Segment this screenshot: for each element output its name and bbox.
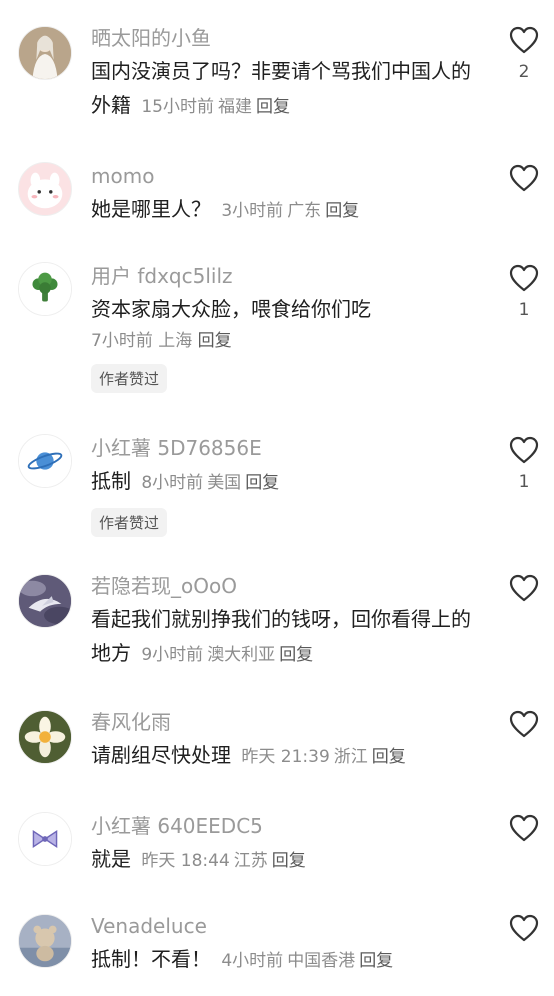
comment-location: 中国香港	[287, 951, 356, 971]
comment-text[interactable]: 抵制！不看！ 4小时前 中国香港 回复	[91, 942, 471, 978]
comment-location: 江苏	[233, 851, 268, 871]
comment-username[interactable]: 小红薯 640EEDC5	[91, 812, 471, 840]
comment-body[interactable]: 资本家扇大众脸，喂食给你们吃	[91, 292, 471, 326]
reply-button[interactable]: 回复	[279, 645, 313, 665]
heart-icon[interactable]	[509, 574, 539, 602]
comment-meta: 9小时前 澳大利亚 回复	[137, 645, 313, 665]
comment-location: 浙江	[333, 747, 368, 767]
comment-content: 春风化雨 请剧组尽快处理 昨天 21:39 浙江 回复	[91, 708, 471, 774]
broccoli-avatar-icon[interactable]	[18, 262, 72, 316]
reply-button[interactable]: 回复	[372, 747, 406, 767]
heart-icon[interactable]	[509, 264, 539, 292]
like-control	[504, 164, 544, 200]
comment-location: 上海	[158, 331, 193, 351]
bow-avatar-icon[interactable]	[18, 812, 72, 866]
comment-location: 美国	[207, 473, 242, 493]
pink-bunny-avatar-icon[interactable]	[18, 162, 72, 216]
comment-username[interactable]: 晒太阳的小鱼	[91, 24, 471, 52]
comment-meta: 3小时前 广东 回复	[217, 201, 359, 221]
like-control	[504, 814, 544, 850]
comment-body: 就是	[91, 847, 131, 871]
comment-meta: 昨天 21:39 浙江 回复	[237, 747, 405, 767]
heart-icon[interactable]	[509, 436, 539, 464]
comment-username[interactable]: 小红薯 5D76856E	[91, 434, 471, 462]
reply-button[interactable]: 回复	[359, 951, 393, 971]
comment-text[interactable]: 请剧组尽快处理 昨天 21:39 浙江 回复	[91, 738, 471, 774]
like-control: 1	[504, 436, 544, 492]
like-control	[504, 710, 544, 746]
comment-content: Venadeluce 抵制！不看！ 4小时前 中国香港 回复	[91, 912, 471, 978]
comment-text[interactable]: 国内没演员了吗？非要请个骂我们中国人的外籍 15小时前 福建 回复	[91, 54, 471, 124]
reply-button[interactable]: 回复	[325, 201, 359, 221]
daffodil-avatar-icon[interactable]	[18, 710, 72, 764]
comment-text[interactable]: 抵制 8小时前 美国 回复	[91, 464, 471, 500]
comment-meta: 4小时前 中国香港 回复	[217, 951, 393, 971]
comment-username[interactable]: 春风化雨	[91, 708, 471, 736]
comment-time: 7小时前	[91, 331, 153, 351]
comment-time: 15小时前	[141, 97, 214, 117]
comment-meta: 15小时前 福建 回复	[137, 97, 290, 117]
heart-icon[interactable]	[509, 814, 539, 842]
like-count: 1	[518, 472, 530, 492]
bird-in-clouds-avatar-icon[interactable]	[18, 574, 72, 628]
person-in-white-avatar-icon[interactable]	[18, 26, 72, 80]
comment-time: 8小时前	[141, 473, 204, 493]
plush-toy-avatar-icon[interactable]	[18, 914, 72, 968]
comment-content: momo 她是哪里人？ 3小时前 广东 回复	[91, 162, 471, 228]
like-control: 2	[504, 26, 544, 82]
reply-button[interactable]: 回复	[256, 97, 290, 117]
like-control	[504, 574, 544, 610]
comment-time: 4小时前	[221, 951, 284, 971]
comment-content: 用户 fdxqc5lilz 资本家扇大众脸，喂食给你们吃 7小时前 上海 回复 …	[91, 262, 471, 393]
comment-body: 请剧组尽快处理	[91, 743, 231, 767]
like-count: 1	[518, 300, 530, 320]
comment-username[interactable]: 用户 fdxqc5lilz	[91, 262, 471, 290]
comment-text[interactable]: 就是 昨天 18:44 江苏 回复	[91, 842, 471, 878]
comment-location: 澳大利亚	[207, 645, 276, 665]
comment-time: 3小时前	[221, 201, 284, 221]
comment-body: 抵制！不看！	[91, 947, 211, 971]
heart-icon[interactable]	[509, 710, 539, 738]
reply-button[interactable]: 回复	[198, 331, 232, 351]
reply-button[interactable]: 回复	[245, 473, 279, 493]
comment-content: 晒太阳的小鱼 国内没演员了吗？非要请个骂我们中国人的外籍 15小时前 福建 回复	[91, 24, 471, 124]
comment-text[interactable]: 她是哪里人？ 3小时前 广东 回复	[91, 192, 471, 228]
comment-time: 昨天 18:44	[141, 851, 230, 871]
comment-username[interactable]: momo	[91, 162, 471, 190]
comment-username[interactable]: Venadeluce	[91, 912, 471, 940]
author-liked-badge: 作者赞过	[91, 364, 168, 393]
comment-meta: 昨天 18:44 江苏 回复	[137, 851, 305, 871]
like-control: 1	[504, 264, 544, 320]
comment-meta: 7小时前 上海 回复	[91, 326, 471, 356]
heart-icon[interactable]	[509, 914, 539, 942]
comment-body: 她是哪里人？	[91, 197, 211, 221]
comment-time: 昨天 21:39	[241, 747, 330, 767]
author-liked-badge: 作者赞过	[91, 508, 168, 537]
comment-meta: 8小时前 美国 回复	[137, 473, 279, 493]
comment-location: 广东	[287, 201, 322, 221]
comment-content: 若隐若现_oOoO 看起我们就别挣我们的钱呀，回你看得上的地方 9小时前 澳大利亚…	[91, 572, 471, 672]
like-count: 2	[518, 62, 530, 82]
comment-time: 9小时前	[141, 645, 204, 665]
comment-text[interactable]: 看起我们就别挣我们的钱呀，回你看得上的地方 9小时前 澳大利亚 回复	[91, 602, 471, 672]
heart-icon[interactable]	[509, 164, 539, 192]
planet-avatar-icon[interactable]	[18, 434, 72, 488]
like-control	[504, 914, 544, 950]
comment-location: 福建	[218, 97, 252, 117]
heart-icon[interactable]	[509, 26, 539, 54]
reply-button[interactable]: 回复	[272, 851, 306, 871]
comment-content: 小红薯 5D76856E 抵制 8小时前 美国 回复 作者赞过	[91, 434, 471, 537]
comment-body: 抵制	[91, 469, 131, 493]
comment-content: 小红薯 640EEDC5 就是 昨天 18:44 江苏 回复	[91, 812, 471, 878]
comment-username[interactable]: 若隐若现_oOoO	[91, 572, 471, 600]
